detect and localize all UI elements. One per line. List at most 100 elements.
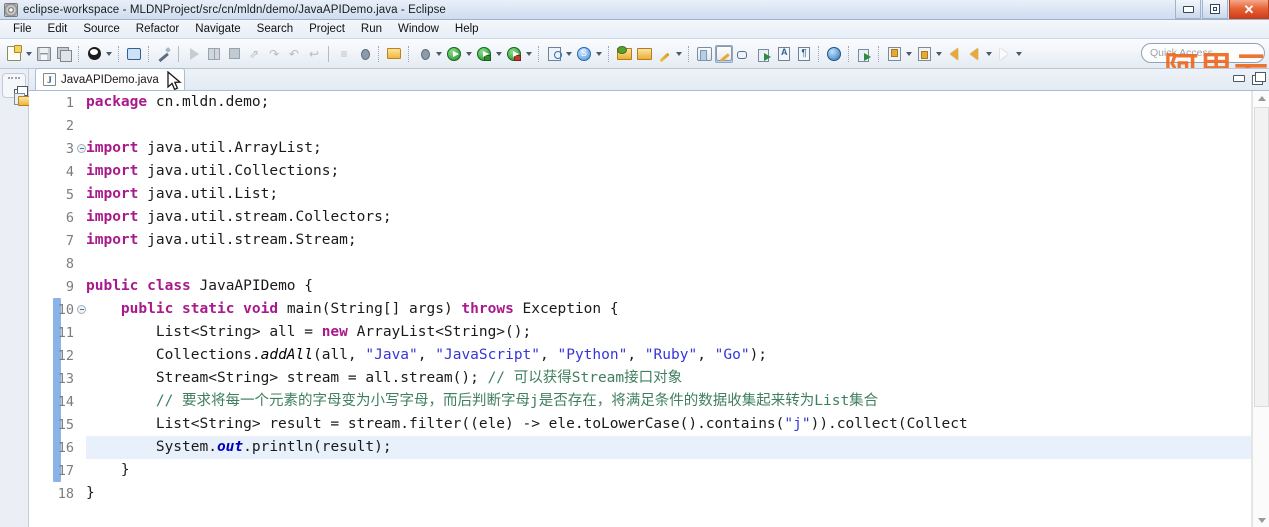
close-button[interactable]: ✕	[1229, 0, 1269, 19]
annotation-next-icon[interactable]	[885, 45, 903, 63]
menu-edit[interactable]: Edit	[40, 22, 76, 36]
menu-help[interactable]: Help	[447, 22, 487, 36]
code-token: import	[86, 232, 139, 248]
word-wrap-icon[interactable]	[775, 45, 793, 63]
maximize-view-icon[interactable]	[1252, 72, 1266, 85]
menu-navigate[interactable]: Navigate	[187, 22, 248, 36]
code-line[interactable]: Stream<String> stream = all.stream(); //…	[86, 367, 1269, 390]
menu-window[interactable]: Window	[390, 22, 447, 36]
search-dropdown-arrow-icon[interactable]	[674, 45, 683, 63]
toolbar-separator	[848, 45, 850, 62]
user-dropdown-arrow-icon[interactable]	[104, 45, 113, 63]
code-line[interactable]: Collections.addAll(all, "Java", "JavaScr…	[86, 344, 1269, 367]
code-token: .println(result);	[243, 439, 392, 455]
menu-search[interactable]: Search	[249, 22, 301, 36]
debug-icon[interactable]	[415, 45, 433, 63]
menu-file[interactable]: File	[5, 22, 40, 36]
debug-dropdown-arrow-icon[interactable]	[434, 45, 443, 63]
open-console-icon[interactable]	[125, 45, 143, 63]
menu-run[interactable]: Run	[353, 22, 390, 36]
new-file-icon[interactable]	[5, 45, 23, 63]
code-line[interactable]: public static void main(String[] args) t…	[86, 298, 1269, 321]
save-all-icon[interactable]	[55, 45, 73, 63]
code-line[interactable]: }	[86, 459, 1269, 482]
restore-button[interactable]	[1202, 0, 1228, 19]
run-config-icon[interactable]	[475, 45, 493, 63]
close-tab-icon[interactable]: ✕	[166, 73, 175, 86]
new-java-project-icon[interactable]	[545, 45, 563, 63]
drag-grip[interactable]	[7, 77, 21, 80]
code-line[interactable]: // 要求将每一个元素的字母变为小写字母，而后判断字母j是否存在，将满足条件的数…	[86, 390, 1269, 413]
new-file-dropdown-arrow-icon[interactable]	[24, 45, 33, 63]
code-line[interactable]: package cn.mldn.demo;	[86, 91, 1269, 114]
scroll-down-arrow-icon[interactable]	[1253, 513, 1269, 527]
code-line[interactable]: import java.util.stream.Stream;	[86, 229, 1269, 252]
toolbar-separator	[608, 45, 610, 62]
prev-annotation-icon[interactable]	[915, 45, 933, 63]
line-number: 4	[65, 163, 74, 180]
code-line[interactable]: List<String> all = new ArrayList<String>…	[86, 321, 1269, 344]
java-perspective-icon[interactable]	[715, 44, 733, 63]
code-line[interactable]: System.out.println(result);	[86, 436, 1269, 459]
code-token: List<String> result = stream.filter((ele…	[86, 416, 785, 432]
fast-view-bar	[0, 69, 29, 527]
new-project-dropdown-arrow-icon[interactable]	[564, 45, 573, 63]
code-line[interactable]: }	[86, 482, 1269, 505]
toolbar-separator	[408, 45, 410, 62]
save-project-icon[interactable]	[385, 45, 403, 63]
back-nav-icon[interactable]	[945, 45, 963, 63]
minimize-view-icon[interactable]	[1233, 74, 1245, 82]
code-line[interactable]: import java.util.List;	[86, 183, 1269, 206]
open-type-icon[interactable]	[615, 45, 633, 63]
code-line[interactable]: import java.util.ArrayList;	[86, 137, 1269, 160]
code-line[interactable]: public class JavaAPIDemo {	[86, 275, 1269, 298]
annotation-next-dropdown-arrow-icon[interactable]	[904, 45, 913, 63]
perspective-icon[interactable]	[695, 45, 713, 63]
toolbar-separator	[818, 45, 820, 62]
code-line[interactable]	[86, 114, 1269, 137]
menu-refactor[interactable]: Refactor	[128, 22, 187, 36]
skip-breakpoints-icon[interactable]	[355, 45, 373, 63]
code-token: package	[86, 94, 148, 110]
disconnect-icon: ⇗	[248, 46, 260, 61]
toggle-pen-icon[interactable]	[155, 45, 173, 63]
code-line[interactable]: import java.util.Collections;	[86, 160, 1269, 183]
coverage-icon[interactable]: ≡	[335, 45, 353, 63]
coverage-run-icon[interactable]	[505, 45, 523, 63]
minimize-button[interactable]	[1175, 0, 1201, 19]
scrollbar-thumb[interactable]	[1254, 107, 1269, 407]
back-nav-2-icon[interactable]	[965, 45, 983, 63]
toolbar-separator	[328, 45, 330, 62]
forward-dropdown-arrow-icon[interactable]	[1014, 45, 1023, 63]
external-tools-icon[interactable]	[755, 45, 773, 63]
coverage-dropdown-arrow-icon[interactable]	[524, 45, 533, 63]
run-dropdown-arrow-icon[interactable]	[464, 45, 473, 63]
vertical-scrollbar[interactable]	[1252, 91, 1269, 527]
user-icon[interactable]	[85, 45, 103, 63]
prev-annotation-dropdown-arrow-icon[interactable]	[934, 45, 943, 63]
code-editor[interactable]: 1 2 3 4 5 6 7 8 9 10 11 12 13 14 15 16 17 18 package cn.m…	[29, 91, 1269, 527]
quick-access-input[interactable]: Quick Access	[1141, 43, 1265, 63]
open-task-icon[interactable]	[635, 45, 653, 63]
link-editor-icon[interactable]	[735, 45, 753, 63]
scroll-up-arrow-icon[interactable]	[1253, 91, 1269, 105]
tab-javaapidemo[interactable]: J JavaAPIDemo.java ✕	[35, 68, 185, 90]
code-token: ,	[627, 347, 645, 363]
forward-nav-icon[interactable]	[995, 45, 1013, 63]
save-icon[interactable]	[35, 45, 53, 63]
run-icon[interactable]	[445, 45, 463, 63]
next-annotation-icon[interactable]	[855, 45, 873, 63]
menu-project[interactable]: Project	[301, 22, 353, 36]
menu-source[interactable]: Source	[75, 22, 127, 36]
search-icon[interactable]	[655, 45, 673, 63]
source-code[interactable]: package cn.mldn.demo; import java.util.A…	[78, 91, 1269, 527]
code-line[interactable]	[86, 252, 1269, 275]
new-java-class-icon[interactable]: S	[575, 45, 593, 63]
globe-icon[interactable]	[825, 45, 843, 63]
back-dropdown-arrow-icon[interactable]	[984, 45, 993, 63]
code-line[interactable]: List<String> result = stream.filter((ele…	[86, 413, 1269, 436]
new-class-dropdown-arrow-icon[interactable]	[594, 45, 603, 63]
run-config-dropdown-arrow-icon[interactable]	[494, 45, 503, 63]
show-whitespace-icon[interactable]: ¶	[795, 45, 813, 63]
code-line[interactable]: import java.util.stream.Collectors;	[86, 206, 1269, 229]
